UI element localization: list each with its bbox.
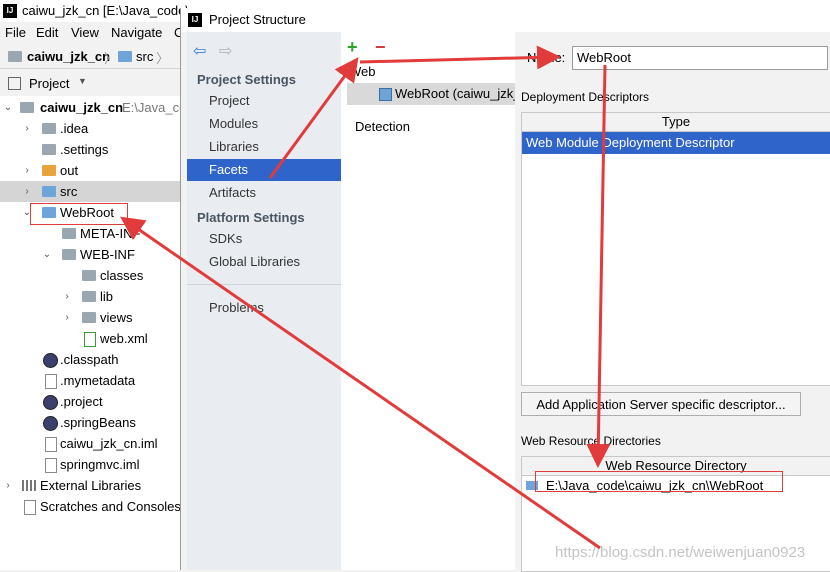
arrow-directory-to-webroot	[120, 216, 601, 550]
arrow-add-to-name	[359, 45, 561, 70]
arrow-name-to-directory	[586, 64, 611, 468]
arrow-facets-to-add	[268, 57, 359, 179]
annotation-arrows	[120, 45, 611, 550]
